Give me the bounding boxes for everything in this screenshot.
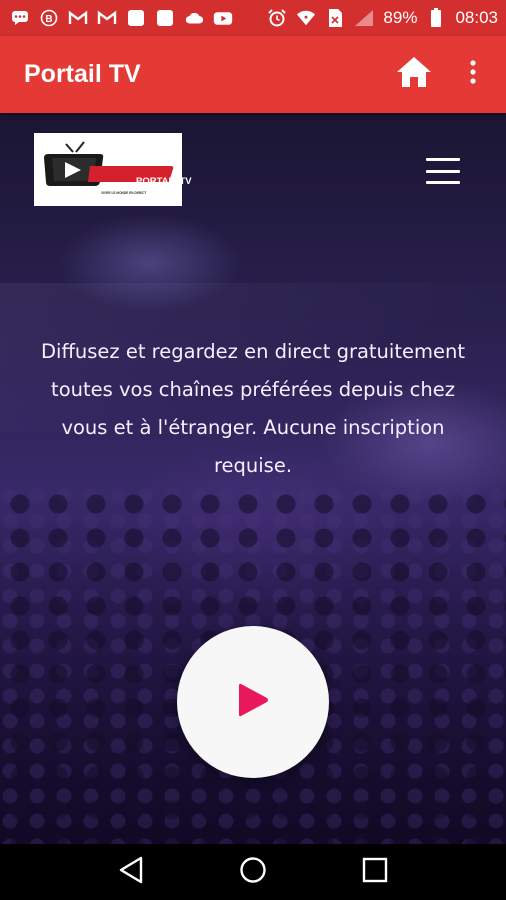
recents-icon	[362, 857, 388, 888]
hero-text: Diffusez et regardez en direct gratuitem…	[41, 340, 465, 477]
gmail-icon	[68, 8, 88, 28]
webview-content: PORTAIL TV VIVRE LE MONDE EN DIRECT Diff…	[0, 113, 506, 844]
bitcoin-icon: B	[39, 8, 59, 28]
alarm-icon	[267, 8, 287, 28]
clock: 08:03	[455, 8, 498, 27]
app-icon	[155, 8, 175, 28]
no-sim-icon	[325, 8, 345, 28]
recents-button[interactable]	[355, 852, 395, 892]
wifi-icon	[296, 8, 316, 28]
signal-icon	[354, 8, 374, 28]
play-button[interactable]	[177, 626, 329, 778]
more-vert-icon	[469, 60, 477, 89]
logo-brand: PORTAIL TV	[136, 176, 192, 187]
menu-line	[426, 169, 460, 173]
home-icon	[395, 55, 433, 94]
back-icon	[118, 856, 144, 889]
youtube-icon	[213, 8, 233, 28]
hamburger-menu-button[interactable]	[426, 158, 460, 184]
navigation-bar	[0, 844, 506, 900]
app-title: Portail TV	[24, 60, 141, 88]
app-icon	[126, 8, 146, 28]
cloud-icon	[184, 8, 204, 28]
site-logo[interactable]: PORTAIL TV VIVRE LE MONDE EN DIRECT	[34, 133, 192, 206]
menu-line	[426, 158, 460, 161]
notification-icons: B	[10, 8, 233, 28]
home-button[interactable]	[394, 55, 434, 95]
play-icon	[235, 680, 271, 725]
battery-icon	[426, 8, 446, 28]
app-bar: Portail TV	[0, 36, 506, 113]
gmail-icon	[97, 8, 117, 28]
overflow-menu-button[interactable]	[458, 55, 488, 95]
svg-text:B: B	[45, 14, 52, 25]
chat-icon	[10, 8, 30, 28]
home-circle-icon	[239, 856, 267, 889]
logo-tagline: VIVRE LE MONDE EN DIRECT	[101, 191, 147, 195]
home-nav-button[interactable]	[233, 852, 273, 892]
back-button[interactable]	[111, 852, 151, 892]
menu-line	[426, 181, 460, 184]
system-icons: 89% 08:03	[267, 8, 498, 28]
battery-percent: 89%	[383, 8, 418, 27]
status-bar: B 89% 08:03	[0, 0, 506, 36]
